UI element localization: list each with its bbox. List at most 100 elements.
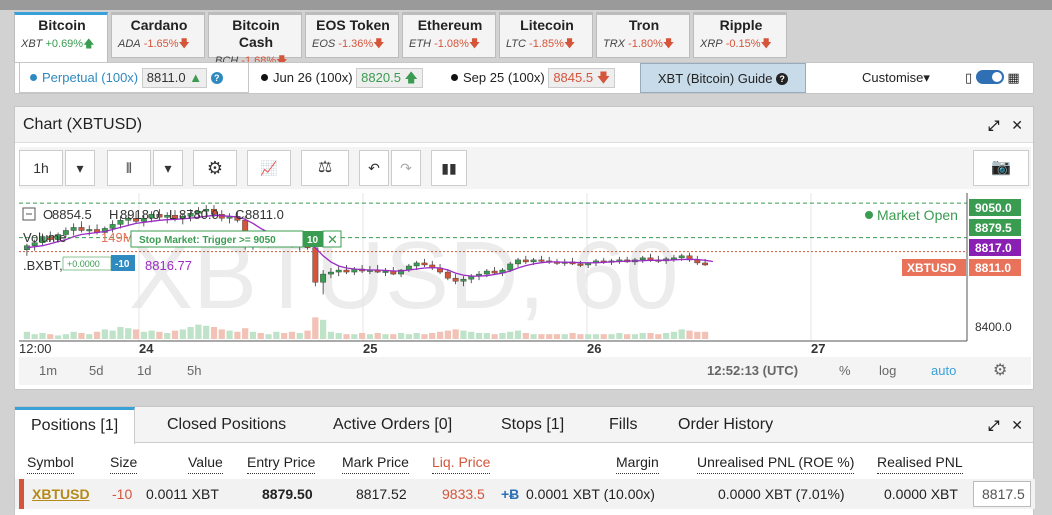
col-liq-price[interactable]: Liq. Price (432, 451, 491, 474)
col-margin[interactable]: Margin (616, 451, 659, 474)
volume-bar (304, 330, 311, 339)
volume-bar (203, 325, 210, 339)
volume-bar (109, 330, 116, 339)
position-symbol-link[interactable]: XBTUSD (32, 479, 90, 509)
col-symbol[interactable]: Symbol (27, 451, 74, 474)
instrument-tab-eos[interactable]: EOS Token EOS -1.36%🡇 (305, 12, 399, 58)
customise-dropdown[interactable]: Customise▾ (862, 63, 930, 93)
settings-icon[interactable]: ⚙ (993, 357, 1007, 385)
volume-bar (296, 333, 303, 339)
instrument-tabs: Bitcoin XBT +0.69%🡅 Cardano ADA -1.65%🡇 … (14, 12, 790, 67)
log-toggle[interactable]: log (879, 357, 896, 385)
arrow-down-icon: 🡇 (760, 38, 772, 50)
volume-bar (23, 331, 31, 339)
close-icon[interactable]: ✕ (1011, 417, 1023, 433)
range-1m[interactable]: 1m (39, 357, 57, 385)
close-price-input[interactable]: 8817.5 (973, 481, 1031, 507)
volume-bar (655, 334, 662, 339)
col-mark-price[interactable]: Mark Price (342, 451, 409, 474)
volume-bar (483, 333, 490, 339)
col-value[interactable]: Value (188, 451, 223, 474)
interval-button[interactable]: 1h (19, 150, 63, 186)
candles-icon[interactable]: ⫴ (107, 150, 151, 186)
toggle-switch[interactable] (975, 70, 1004, 84)
chevron-down-icon[interactable]: ▾ (65, 150, 95, 186)
price-chart[interactable]: XBTUSD, 60 9050.0 8879.5 8817.0 8811.0 XBTUSD… (19, 193, 1023, 356)
contract-sep25[interactable]: Sep 25 (100x) 8845.5 🡇 (451, 63, 616, 93)
position-label: +0.0000 (67, 259, 100, 269)
instrument-tab-litecoin[interactable]: Litecoin LTC -1.85%🡇 (499, 12, 593, 58)
bar-chart-icon[interactable]: ▮▮ (431, 150, 467, 186)
volume-bar (351, 334, 358, 339)
chart-panel: Chart (XBTUSD) ⤢ ✕ 1h ▾ ⫴ ▾ ⚙ 📈 ⚖ ↶ ↷ ▮▮ … (14, 106, 1034, 390)
range-1d[interactable]: 1d (137, 357, 151, 385)
instrument-tab-ethereum[interactable]: Ethereum ETH -1.08%🡇 (402, 12, 496, 58)
bullet-icon (30, 74, 37, 81)
indicators-icon[interactable]: 📈 (247, 150, 291, 186)
instrument-tab-cardano[interactable]: Cardano ADA -1.65%🡇 (111, 12, 205, 58)
candle (460, 278, 467, 282)
auto-toggle[interactable]: auto (931, 357, 956, 385)
candle (382, 270, 389, 273)
volume-bar (70, 331, 77, 339)
col-unrealised-pnl[interactable]: Unrealised PNL (ROE %) (697, 451, 855, 474)
guide-button[interactable]: XBT (Bitcoin) Guide ? (640, 63, 806, 93)
tab-fills[interactable]: Fills (593, 407, 653, 443)
position-qty: -10 (115, 259, 130, 270)
add-margin-icon[interactable]: +Ƀ (501, 479, 519, 509)
position-value: 0.0011 XBT (146, 486, 219, 502)
col-realised-pnl[interactable]: Realised PNL (877, 451, 963, 474)
clock-time: 12:52:13 (UTC) (707, 363, 799, 378)
volume-bar (366, 334, 374, 339)
instrument-symbol: TRX (603, 38, 625, 50)
instrument-tab-tron[interactable]: Tron TRX -1.80%🡇 (596, 12, 690, 58)
position-margin: 0.0001 XBT (10.00x) (526, 486, 655, 502)
candle (327, 271, 334, 275)
volume-bar (117, 327, 124, 339)
chevron-down-icon[interactable]: ▾ (153, 150, 183, 186)
expand-icon[interactable]: ⤢ (988, 117, 999, 133)
contract-jun26[interactable]: Jun 26 (100x) 8820.5 🡅 (261, 63, 423, 93)
tab-positions[interactable]: Positions [1] (15, 407, 136, 444)
volume-bar (514, 330, 522, 339)
percent-toggle[interactable]: % (839, 357, 851, 385)
volume-bar (171, 330, 179, 339)
tab-closed-positions[interactable]: Closed Positions (151, 407, 302, 443)
close-icon[interactable]: ✕ (1011, 117, 1023, 133)
price-tag-label: 9050.0 (975, 201, 1012, 215)
positions-tabs: Positions [1] Closed Positions Active Or… (15, 407, 1033, 444)
instrument-symbol: LTC (506, 38, 526, 50)
y-tick-label: 8400.0 (975, 320, 1012, 334)
tab-stops[interactable]: Stops [1] (485, 407, 580, 443)
tab-active-orders[interactable]: Active Orders [0] (317, 407, 468, 443)
table-row: XBTUSD -10 0.0011 XBT 8879.50 8817.52 98… (15, 479, 1035, 509)
volume-bar (670, 331, 678, 339)
col-size[interactable]: Size (110, 451, 138, 474)
instrument-tab-bitcoin-cash[interactable]: Bitcoin Cash BCH -1.68%🡇 (208, 12, 302, 67)
col-entry-price[interactable]: Entry Price (247, 451, 316, 474)
view-toggle[interactable]: ▯ ▦ (965, 63, 1020, 93)
tab-order-history[interactable]: Order History (662, 407, 789, 443)
redo-icon[interactable]: ↷ (391, 150, 421, 186)
expand-icon[interactable]: ⤢ (988, 417, 999, 433)
short-indicator (19, 479, 24, 509)
position-entry-price: 8879.50 (262, 486, 313, 502)
undo-icon[interactable]: ↶ (359, 150, 389, 186)
range-5h[interactable]: 5h (187, 357, 201, 385)
volume-bar (397, 333, 405, 339)
compare-icon[interactable]: ⚖ (301, 150, 349, 186)
candle (70, 227, 77, 231)
settings-icon[interactable]: ⚙ (193, 150, 237, 186)
range-5d[interactable]: 5d (89, 357, 103, 385)
contract-perpetual[interactable]: Perpetual (100x) 8811.0 ▲ ? (19, 63, 249, 93)
instrument-tab-ripple[interactable]: Ripple XRP -0.15%🡇 (693, 12, 787, 58)
volume-bar (288, 331, 296, 339)
volume-bar (249, 331, 257, 339)
camera-icon[interactable]: 📷 (973, 150, 1029, 186)
chart-panel-header: Chart (XBTUSD) ⤢ ✕ (15, 107, 1033, 143)
instrument-tab-bitcoin[interactable]: Bitcoin XBT +0.69%🡅 (14, 12, 108, 62)
positions-table-header: Symbol Size Value Entry Price Mark Price… (15, 451, 1035, 474)
help-icon[interactable]: ? (210, 72, 223, 84)
candle (343, 269, 350, 273)
volume-bar (678, 329, 685, 339)
